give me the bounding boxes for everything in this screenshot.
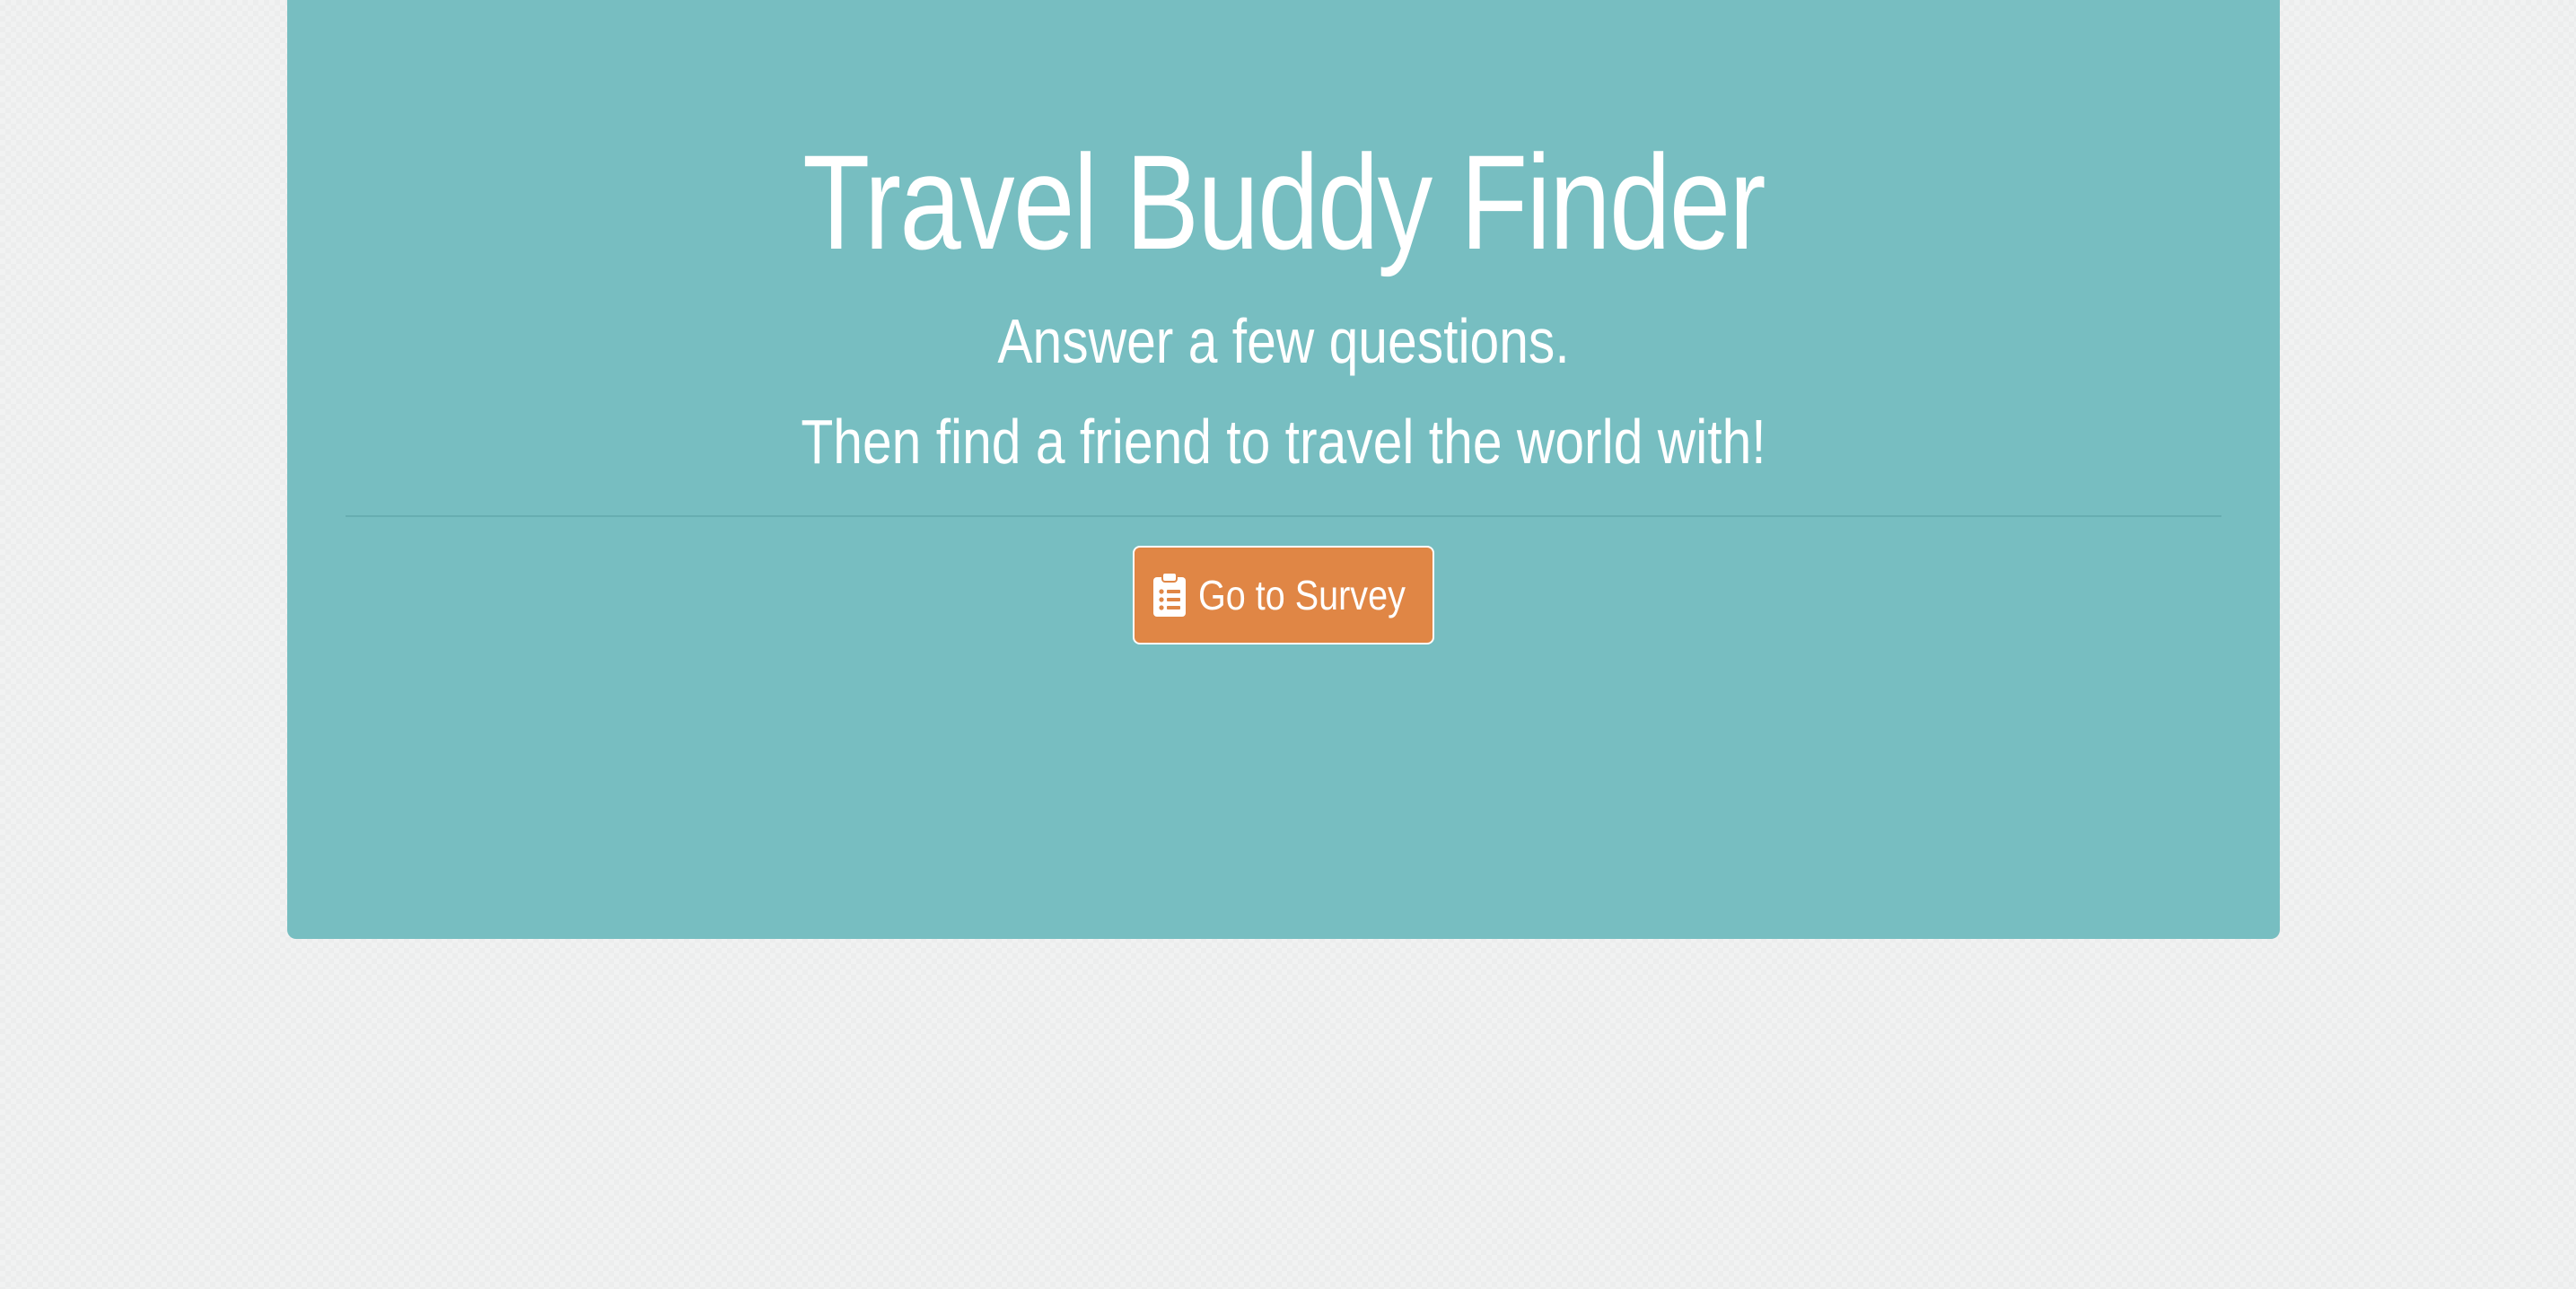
clipboard-list-icon bbox=[1152, 572, 1187, 618]
go-to-survey-button[interactable]: Go to Survey bbox=[1133, 546, 1434, 644]
go-to-survey-label: Go to Survey bbox=[1197, 572, 1406, 618]
hero-divider bbox=[346, 515, 2221, 517]
hero-subtitle-line-2: Then find a friend to travel the world w… bbox=[801, 407, 1766, 477]
hero-subtitle-line-1: Answer a few questions. bbox=[997, 306, 1570, 376]
hero-jumbotron: Travel Buddy Finder Answer a few questio… bbox=[287, 0, 2280, 939]
page-title: Travel Buddy Finder bbox=[802, 127, 1766, 277]
